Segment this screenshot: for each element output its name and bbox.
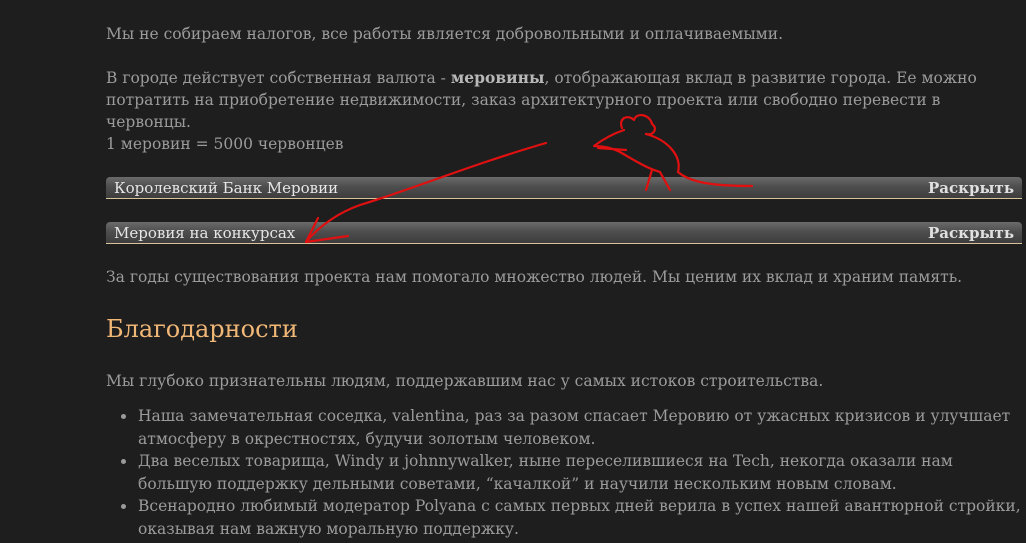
list-item: Всенародно любимый модератор Polyana с с… bbox=[121, 495, 1022, 540]
exchange-rate: 1 меровин = 5000 червонцев bbox=[106, 135, 344, 153]
mouse-belly bbox=[618, 150, 662, 174]
thanks-heading: Благодарности bbox=[106, 315, 298, 343]
thanks-intro: Мы глубоко признательны людям, поддержав… bbox=[106, 372, 824, 390]
spoiler-title: Меровия на конкурсах bbox=[114, 224, 296, 242]
currency-paragraph: В городе действует собственная валюта - … bbox=[106, 67, 1022, 133]
spoiler-royal-bank[interactable]: Королевский Банк Меровии Раскрыть bbox=[106, 177, 1022, 199]
thanks-list: Наша замечательная соседка, valentina, р… bbox=[106, 405, 1022, 540]
expand-button[interactable]: Раскрыть bbox=[928, 178, 1014, 198]
history-paragraph: За годы существования проекта нам помога… bbox=[106, 268, 963, 286]
spoiler-title: Королевский Банк Меровии bbox=[114, 179, 339, 197]
currency-text-before: В городе действует собственная валюта - bbox=[106, 69, 451, 87]
taxes-paragraph: Мы не собираем налогов, все работы являе… bbox=[106, 25, 783, 43]
spoiler-contests[interactable]: Меровия на конкурсах Раскрыть bbox=[106, 222, 1022, 244]
currency-name: меровины bbox=[450, 68, 545, 87]
list-item: Наша замечательная соседка, valentina, р… bbox=[121, 405, 1022, 450]
list-item: Два веселых товарища, Windy и johnnywalk… bbox=[121, 450, 1022, 495]
expand-button[interactable]: Раскрыть bbox=[928, 223, 1014, 243]
